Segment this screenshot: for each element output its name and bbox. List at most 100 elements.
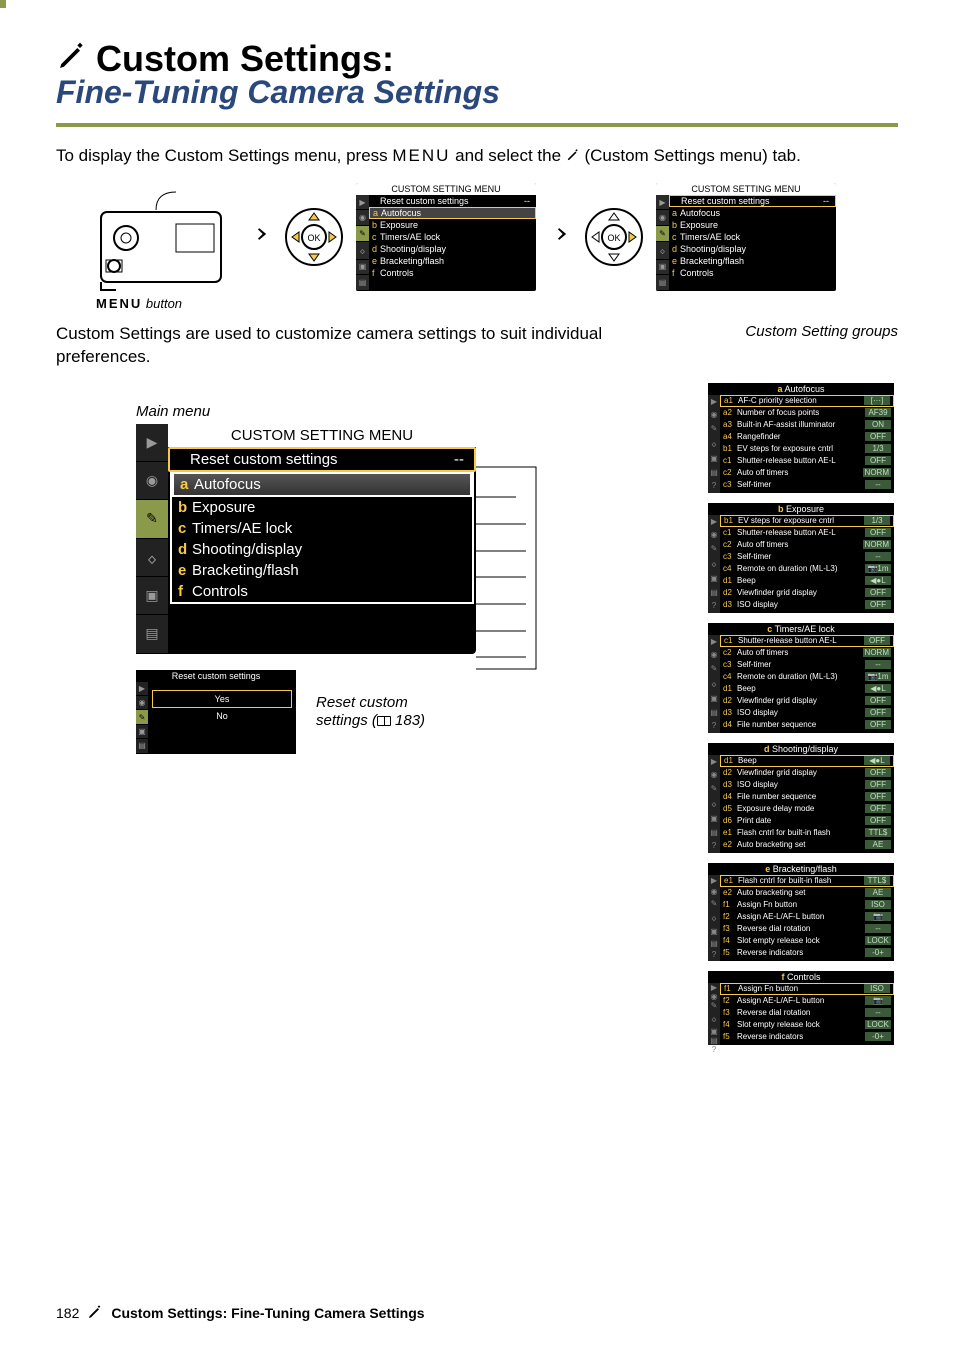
screen-title: f Controls bbox=[708, 971, 894, 983]
group-screen-a: a Autofocus▶◉✎🝔▣▤?a1AF-C priority select… bbox=[708, 383, 894, 493]
menu-row: a3Built-in AF-assist illuminatorON bbox=[720, 419, 894, 431]
menu-row: f3Reverse dial rotation-- bbox=[720, 1007, 894, 1019]
menu-row: c1Shutter-release button AE-LOFF bbox=[720, 455, 894, 467]
menu-row: f1Assign Fn buttonISO bbox=[720, 983, 894, 995]
menu-row: Reset custom settings-- bbox=[669, 195, 836, 207]
menu-row: c3Self-timer-- bbox=[720, 659, 894, 671]
menu-row: d2Viewfinder grid displayOFF bbox=[720, 767, 894, 779]
menu-row: d3ISO displayOFF bbox=[720, 779, 894, 791]
menu-row: e2Auto bracketing setAE bbox=[720, 887, 894, 899]
menu-row: bExposure bbox=[369, 219, 536, 231]
menu-row: dShooting/display bbox=[369, 243, 536, 255]
setting-menu-screen-2: CUSTOM SETTING MENU ▶◉ ✎🝔 ▣▤ Reset custo… bbox=[656, 183, 836, 291]
main-menu-screen: ▶◉ ✎🝔 ▣▤ CUSTOM SETTING MENU Reset custo… bbox=[136, 424, 476, 654]
setting-menu-screen-1: CUSTOM SETTING MENU ▶◉ ✎🝔 ▣▤ Reset custo… bbox=[356, 183, 536, 291]
menu-row: cTimers/AE lock bbox=[669, 231, 836, 243]
menu-row: a4RangefinderOFF bbox=[720, 431, 894, 443]
group-screen-f: f Controls▶◉✎🝔▣▤?f1Assign Fn buttonISOf2… bbox=[708, 971, 894, 1045]
menu-row: fControls bbox=[669, 267, 836, 279]
menu-row: f4Slot empty release lockLOCK bbox=[720, 1019, 894, 1031]
menu-row: Reset custom settings-- bbox=[369, 195, 536, 207]
footer-title: Custom Settings: Fine-Tuning Camera Sett… bbox=[111, 1305, 424, 1321]
menu-row: a1AF-C priority selection[···] bbox=[720, 395, 894, 407]
menu-button-caption: MENU button bbox=[96, 296, 898, 311]
page-title: Custom Settings: bbox=[96, 40, 394, 78]
screen-title: a Autofocus bbox=[708, 383, 894, 395]
screen-title: b Exposure bbox=[708, 503, 894, 515]
menu-row: dShooting/display bbox=[172, 539, 472, 560]
page-number: 182 bbox=[56, 1305, 79, 1321]
flow-diagram: OK CUSTOM SETTING MENU ▶◉ ✎🝔 ▣▤ Reset cu… bbox=[96, 182, 898, 292]
menu-row: fControls bbox=[369, 267, 536, 279]
menu-row: Reset custom settings-- bbox=[168, 447, 476, 472]
screen-title: c Timers/AE lock bbox=[708, 623, 894, 635]
menu-row: c3Self-timer-- bbox=[720, 551, 894, 563]
group-screen-d: d Shooting/display▶◉✎🝔▣▤?d1Beep◀●Ld2View… bbox=[708, 743, 894, 853]
menu-row: c3Self-timer-- bbox=[720, 479, 894, 491]
menu-row: c1Shutter-release button AE-LOFF bbox=[720, 635, 894, 647]
menu-row: dShooting/display bbox=[669, 243, 836, 255]
menu-row: e1Flash cntrl for built-in flashTTL$ bbox=[720, 827, 894, 839]
menu-row: c4Remote on duration (ML-L3)📷1m bbox=[720, 671, 894, 683]
camera-back-illustration bbox=[96, 182, 236, 292]
menu-row: d4File number sequenceOFF bbox=[720, 719, 894, 731]
reset-menu-screen: Reset custom settings ▶◉ ✎▣ ▤ YesNo bbox=[136, 670, 296, 754]
screen-title: e Bracketing/flash bbox=[708, 863, 894, 875]
screen-title: CUSTOM SETTING MENU bbox=[656, 183, 836, 195]
pencil-icon bbox=[56, 40, 88, 77]
group-screen-c: c Timers/AE lock▶◉✎🝔▣▤?c1Shutter-release… bbox=[708, 623, 894, 733]
menu-row: c2Auto off timersNORM bbox=[720, 647, 894, 659]
menu-row: b1EV steps for exposure cntrl1/3 bbox=[720, 515, 894, 527]
menu-row: e2Auto bracketing setAE bbox=[720, 839, 894, 851]
menu-row: d4File number sequenceOFF bbox=[720, 791, 894, 803]
menu-row: d5Exposure delay modeOFF bbox=[720, 803, 894, 815]
menu-row: cTimers/AE lock bbox=[369, 231, 536, 243]
pencil-icon bbox=[566, 146, 580, 165]
menu-row: f4Slot empty release lockLOCK bbox=[720, 935, 894, 947]
flow-arrow-icon bbox=[544, 220, 572, 253]
menu-row: Yes bbox=[152, 690, 292, 708]
menu-row: c4Remote on duration (ML-L3)📷1m bbox=[720, 563, 894, 575]
group-screen-b: b Exposure▶◉✎🝔▣▤?b1EV steps for exposure… bbox=[708, 503, 894, 613]
svg-text:OK: OK bbox=[607, 233, 620, 243]
page-footer: 182 Custom Settings: Fine-Tuning Camera … bbox=[56, 1304, 425, 1322]
menu-row: f2Assign AE-L/AF-L button📷 bbox=[720, 995, 894, 1007]
menu-row: bExposure bbox=[172, 497, 472, 518]
screen-title: CUSTOM SETTING MENU bbox=[168, 424, 476, 447]
pencil-icon bbox=[87, 1304, 103, 1322]
menu-row: aAutofocus bbox=[172, 472, 472, 497]
menu-row: d1Beep◀●L bbox=[720, 683, 894, 695]
menu-row: e1Flash cntrl for built-in flashTTL$ bbox=[720, 875, 894, 887]
menu-row: eBracketing/flash bbox=[172, 560, 472, 581]
header-divider bbox=[56, 123, 898, 127]
menu-row: f3Reverse dial rotation-- bbox=[720, 923, 894, 935]
screen-title: Reset custom settings bbox=[136, 670, 296, 682]
menu-row: a2Number of focus pointsAF39 bbox=[720, 407, 894, 419]
menu-row: aAutofocus bbox=[369, 207, 536, 219]
ok-pad-illustration: OK bbox=[280, 187, 348, 287]
main-menu-label: Main menu bbox=[136, 403, 576, 420]
menu-row: d2Viewfinder grid displayOFF bbox=[720, 695, 894, 707]
menu-row: d3ISO displayOFF bbox=[720, 599, 894, 611]
menu-row: bExposure bbox=[669, 219, 836, 231]
menu-row: fControls bbox=[172, 581, 472, 602]
menu-row: c2Auto off timersNORM bbox=[720, 539, 894, 551]
desc-text: Custom Settings are used to customize ca… bbox=[56, 323, 618, 369]
menu-row: aAutofocus bbox=[669, 207, 836, 219]
group-screen-e: e Bracketing/flash▶◉✎🝔▣▤?e1Flash cntrl f… bbox=[708, 863, 894, 961]
screen-title: CUSTOM SETTING MENU bbox=[356, 183, 536, 195]
menu-row: d6Print dateOFF bbox=[720, 815, 894, 827]
menu-word: MENU bbox=[392, 146, 450, 165]
intro-text: To display the Custom Settings menu, pre… bbox=[56, 145, 898, 168]
book-icon bbox=[377, 716, 391, 726]
menu-row: No bbox=[148, 708, 296, 724]
menu-row: f2Assign AE-L/AF-L button📷 bbox=[720, 911, 894, 923]
flow-arrow-icon bbox=[244, 220, 272, 253]
menu-row: f5Reverse indicators-0+ bbox=[720, 947, 894, 959]
menu-row: f1Assign Fn buttonISO bbox=[720, 899, 894, 911]
menu-row: d1Beep◀●L bbox=[720, 575, 894, 587]
menu-row: d2Viewfinder grid displayOFF bbox=[720, 587, 894, 599]
menu-row: eBracketing/flash bbox=[669, 255, 836, 267]
svg-text:OK: OK bbox=[307, 233, 320, 243]
menu-row: c2Auto off timersNORM bbox=[720, 467, 894, 479]
